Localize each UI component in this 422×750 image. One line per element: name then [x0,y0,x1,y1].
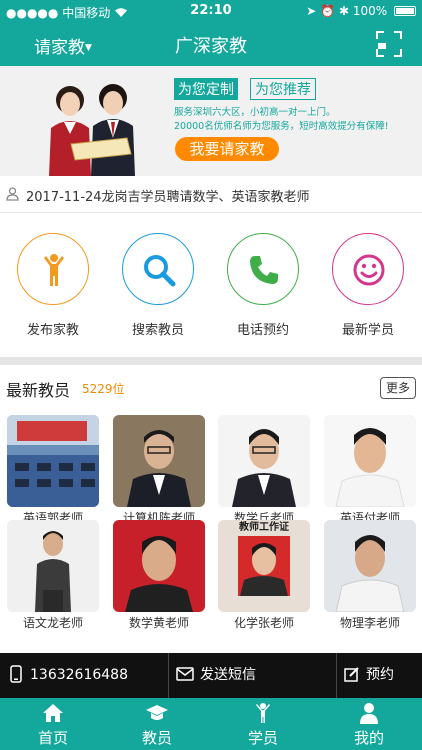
booking-label: 预约 [366,667,394,683]
phone-booking-ring [227,233,299,305]
banner-line-1: 服务深圳六大区，小初高一对一上门。 [174,107,336,118]
action-post-tutoring[interactable]: 发布家教 [3,233,103,338]
id-card-caption: 教师工作证 [239,522,289,533]
teacher-photo [218,415,310,507]
action-new-students[interactable]: 最新学员 [318,233,418,338]
teacher-count: 5229位 [82,382,125,396]
action-phone-booking[interactable]: 电话预约 [213,233,313,338]
teacher-card[interactable]: 语文龙老师 [7,516,99,632]
teacher-photo [7,415,99,507]
smiley-icon [353,254,385,286]
teacher-card[interactable]: 物理李老师 [324,516,416,632]
tab-students[interactable]: 学员 [223,698,303,750]
teacher-name: 数学黄老师 [128,616,189,630]
tab-teachers[interactable]: 教员 [117,698,197,750]
action-search-teacher[interactable]: 搜索教员 [108,233,208,338]
teacher-card[interactable]: 数学黄老师 [113,516,205,632]
contact-bar: 13632616488 发送短信 预约 [0,653,422,698]
new-students-ring [332,233,404,305]
search-teacher-ring [122,233,194,305]
notice-bar[interactable]: 2017-11-24龙岗吉学员聘请数学、英语家教老师 [0,176,422,213]
teachers-section-header: 最新教员 5229位 更多 [0,365,422,409]
teacher-photo [7,520,99,612]
tab-label: 首页 [37,729,68,747]
location-icon: ➤ [306,4,317,18]
bluetooth-icon: ✱ [338,4,350,18]
promo-banner[interactable]: 为您定制 为您推荐 服务深圳六大区，小初高一对一上门。 20000名优师名师为您… [0,66,422,176]
teacher-name: 语文龙老师 [22,616,83,630]
notice-text: 2017-11-24龙岗吉学员聘请数学、英语家教老师 [26,190,310,205]
teacher-name: 物理李老师 [339,616,400,630]
divider [336,653,337,698]
nav-bar: 请家教▼ 广深家教 [0,22,422,66]
teacher-name: 化学张老师 [233,616,294,630]
page-title: 广深家教 [175,36,247,57]
action-label: 电话预约 [236,323,289,338]
envelope-icon [176,667,194,681]
status-right: ➤ ⏰ ✱ 100% [306,4,416,18]
section-title: 最新教员 [6,381,71,400]
teacher-photo [324,520,416,612]
edit-icon [344,667,359,682]
alarm-icon: ⏰ [320,4,336,18]
teacher-grid: 英语郭老师 计算机陈老师 数学丘老师 英语付老师 语文龙老师 数学黄老师 教师工… [0,409,422,653]
scan-icon[interactable] [376,31,402,57]
teacher-photo [113,415,205,507]
banner-line-2: 20000名优师名师为您服务，短时高效提分有保障! [174,121,389,132]
action-label: 发布家教 [26,323,79,338]
mobile-phone-icon [10,665,22,683]
search-icon [144,255,176,287]
student-icon [256,703,270,723]
teacher-card[interactable]: 计算机陈老师 [113,411,205,527]
teacher-card[interactable]: 英语郭老师 [7,411,99,527]
tab-label: 学员 [247,729,278,747]
person-raise-hand-icon [44,254,64,286]
home-icon [43,704,63,722]
person-icon [360,703,378,724]
teacher-photo [324,415,416,507]
battery-label: 100% [352,4,388,18]
phone-icon [250,256,278,284]
battery-icon [394,6,416,16]
tab-home[interactable]: 首页 [13,698,93,750]
send-sms-button[interactable]: 发送短信 [176,653,256,698]
tab-label: 我的 [353,729,384,747]
teacher-card[interactable]: 数学丘老师 [218,411,310,527]
teacher-photo [218,520,310,612]
students-illustration [49,84,135,176]
post-tutoring-ring [17,233,89,305]
user-icon [6,187,19,201]
tag-recommend: 为您推荐 [250,78,316,100]
tab-label: 教员 [141,729,172,747]
teacher-card[interactable]: 教师工作证 化学张老师 [218,516,310,632]
action-label: 最新学员 [341,323,394,338]
hire-tutor-button[interactable]: 我要请家教 [175,137,279,161]
more-button[interactable]: 更多 [380,377,416,399]
quick-actions: 发布家教 搜索教员 电话预约 最新学员 [0,213,422,357]
tag-custom: 为您定制 [174,78,238,100]
status-bar: ●●●●● 中国移动 22:10 ➤ ⏰ ✱ 100% [0,0,422,22]
sms-label: 发送短信 [200,667,256,683]
action-label: 搜索教员 [131,323,184,338]
section-divider [0,357,422,365]
tab-me[interactable]: 我的 [329,698,409,750]
booking-button[interactable]: 预约 [344,653,394,698]
tab-bar: 首页 教员 学员 我的 [0,698,422,750]
teacher-card[interactable]: 英语付老师 [324,411,416,527]
divider [168,653,169,698]
teacher-photo [113,520,205,612]
graduation-cap-icon [146,705,168,720]
phone-number: 13632616488 [30,667,128,683]
call-phone-button[interactable]: 13632616488 [10,653,128,698]
